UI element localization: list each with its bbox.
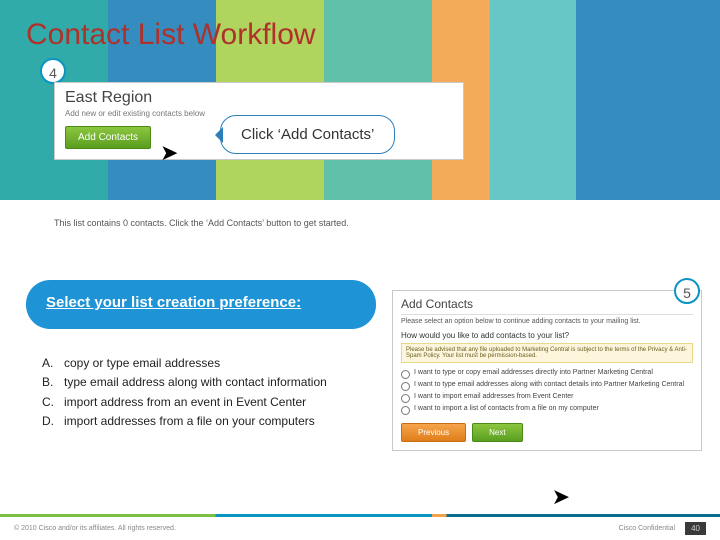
radio-label: I want to import a list of contacts from… — [414, 405, 599, 412]
list-item: D. import addresses from a file on your … — [42, 413, 372, 430]
step5-callout-panel: Select your list creation preference: — [26, 280, 376, 329]
radio-input[interactable] — [401, 382, 410, 391]
radio-input[interactable] — [401, 406, 410, 415]
radio-input[interactable] — [401, 394, 410, 403]
confidential-text: Cisco Confidential — [619, 525, 675, 532]
add-contacts-button[interactable]: Add Contacts — [65, 126, 151, 149]
page-number: 40 — [685, 522, 706, 535]
previous-button[interactable]: Previous — [401, 423, 466, 442]
option-text: import addresses from a file on your com… — [64, 413, 315, 430]
list-item: A. copy or type email addresses — [42, 355, 372, 372]
radio-option[interactable]: I want to type email addresses along wit… — [401, 381, 693, 391]
list-item: C. import address from an event in Event… — [42, 394, 372, 411]
step5-heading: Select your list creation preference: — [46, 294, 356, 311]
radio-option[interactable]: I want to import a list of contacts from… — [401, 405, 693, 415]
add-contacts-sub: Please select an option below to continu… — [401, 318, 693, 325]
add-contacts-title: Add Contacts — [401, 297, 693, 315]
option-label: B. — [42, 374, 64, 391]
next-button[interactable]: Next — [472, 423, 522, 442]
option-label: A. — [42, 355, 64, 372]
cursor-icon: ➤ — [552, 484, 570, 510]
step-badge-5: 5 — [674, 278, 700, 304]
page-title: Contact List Workflow — [26, 18, 316, 52]
policy-warning: Please be advised that any file uploaded… — [401, 343, 693, 363]
radio-label: I want to type email addresses along wit… — [414, 381, 684, 388]
option-label: C. — [42, 394, 64, 411]
add-contacts-question: How would you like to add contacts to yo… — [401, 331, 693, 340]
radio-option[interactable]: I want to type or copy email addresses d… — [401, 369, 693, 379]
copyright-text: © 2010 Cisco and/or its affiliates. All … — [14, 525, 176, 532]
radio-option[interactable]: I want to import email addresses from Ev… — [401, 393, 693, 403]
radio-label: I want to type or copy email addresses d… — [414, 369, 653, 376]
step4-callout: Click ‘Add Contacts’ — [220, 115, 395, 154]
footer: © 2010 Cisco and/or its affiliates. All … — [0, 514, 720, 540]
option-text: copy or type email addresses — [64, 355, 220, 372]
list-item: B. type email address along with contact… — [42, 374, 372, 391]
option-text: type email address along with contact in… — [64, 374, 327, 391]
option-text: import address from an event in Event Ce… — [64, 394, 306, 411]
step5-screenshot: Add Contacts Please select an option bel… — [392, 290, 702, 451]
step-badge-4: 4 — [40, 58, 66, 84]
radio-input[interactable] — [401, 370, 410, 379]
option-label: D. — [42, 413, 64, 430]
step4-region-title: East Region — [65, 89, 453, 107]
step5-option-list: A. copy or type email addresses B. type … — [42, 355, 372, 433]
step4-helper-text: This list contains 0 contacts. Click the… — [54, 218, 349, 228]
radio-label: I want to import email addresses from Ev… — [414, 393, 574, 400]
